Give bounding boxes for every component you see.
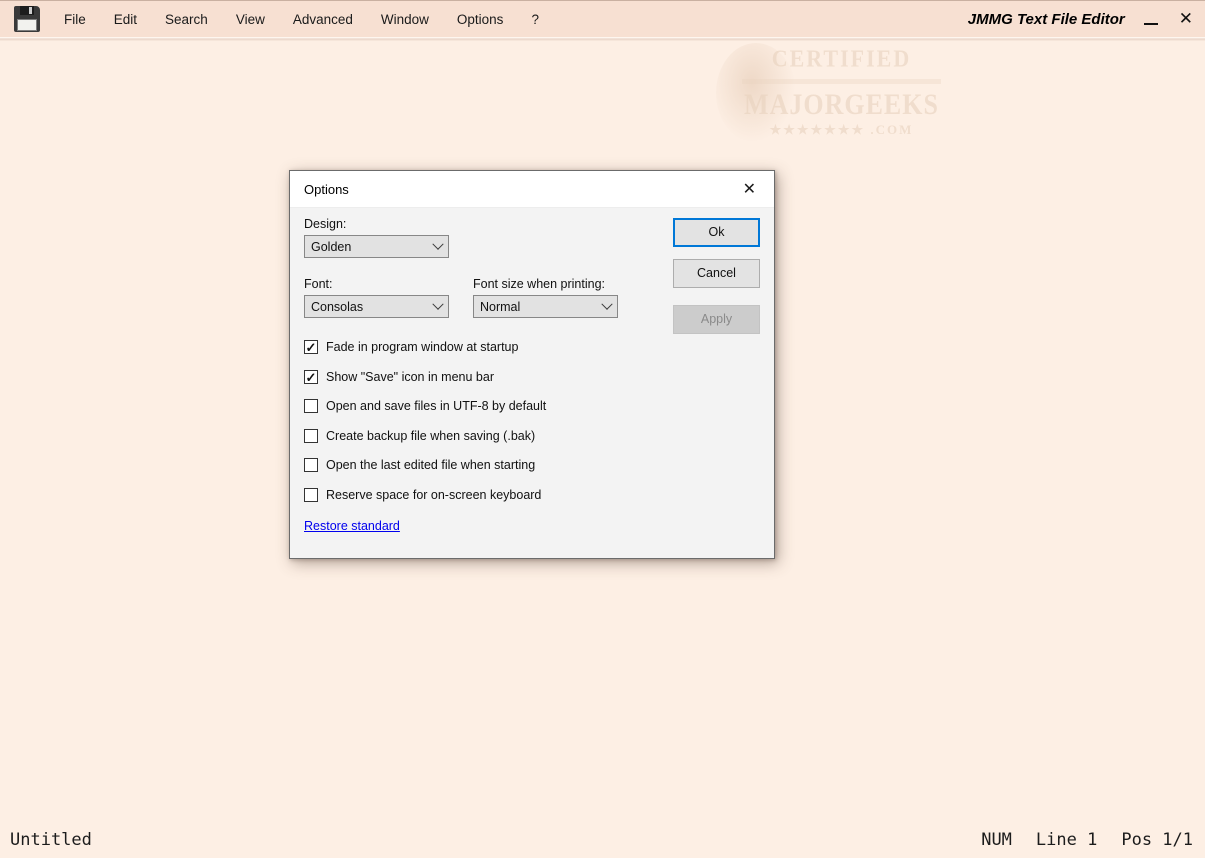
menu-item-help[interactable]: ?: [517, 4, 553, 35]
checkbox-label: Reserve space for on-screen keyboard: [326, 488, 541, 502]
checkbox-label: Show "Save" icon in menu bar: [326, 370, 494, 384]
font-select-value: Consolas: [311, 300, 434, 314]
checkbox-label: Open the last edited file when starting: [326, 458, 535, 472]
ok-button[interactable]: Ok: [673, 218, 760, 247]
design-select[interactable]: Golden: [304, 235, 449, 258]
font-size-select-value: Normal: [480, 300, 603, 314]
checkbox[interactable]: [304, 488, 318, 502]
font-label: Font:: [304, 277, 333, 291]
chevron-down-icon: [601, 298, 612, 309]
menu-item-options[interactable]: Options: [443, 4, 518, 35]
dialog-title-bar: Options ✕: [290, 171, 774, 208]
watermark-mascot: [716, 43, 796, 143]
design-select-value: Golden: [311, 240, 434, 254]
font-select[interactable]: Consolas: [304, 295, 449, 318]
font-size-label: Font size when printing:: [473, 277, 605, 291]
checkbox[interactable]: [304, 429, 318, 443]
checkbox-row-fade-in[interactable]: ✓ Fade in program window at startup: [304, 340, 518, 354]
checkbox-row-backup[interactable]: Create backup file when saving (.bak): [304, 429, 535, 443]
watermark-bar: [742, 79, 941, 84]
checkbox[interactable]: [304, 458, 318, 472]
options-dialog: Options ✕ Design: Golden Font: Consolas …: [289, 170, 775, 559]
menu-items: File Edit Search View Advanced Window Op…: [50, 4, 553, 35]
checkbox-row-onscreen-keyboard[interactable]: Reserve space for on-screen keyboard: [304, 488, 541, 502]
checkbox[interactable]: ✓: [304, 340, 318, 354]
menu-item-file[interactable]: File: [50, 4, 100, 35]
status-pos: Pos 1/1: [1121, 830, 1193, 850]
save-icon[interactable]: [14, 6, 40, 32]
watermark-majorgeeks-line: MAJORGEEKS: [714, 88, 969, 123]
chevron-down-icon: [432, 298, 443, 309]
app-window: File Edit Search View Advanced Window Op…: [0, 0, 1205, 858]
dialog-close-icon[interactable]: ✕: [739, 177, 760, 201]
watermark-certified-line: CERTIFIED: [714, 45, 969, 74]
design-label: Design:: [304, 217, 346, 231]
menubar-separator: [0, 37, 1205, 41]
menu-item-edit[interactable]: Edit: [100, 4, 151, 35]
close-icon[interactable]: ✕: [1177, 11, 1195, 27]
checkbox-label: Fade in program window at startup: [326, 340, 518, 354]
apply-button[interactable]: Apply: [673, 305, 760, 334]
floppy-disk-label: [17, 19, 37, 31]
chevron-down-icon: [432, 238, 443, 249]
status-line: Line 1: [1036, 830, 1097, 850]
checkbox[interactable]: [304, 399, 318, 413]
menu-bar: File Edit Search View Advanced Window Op…: [0, 1, 1205, 37]
menu-item-search[interactable]: Search: [151, 4, 222, 35]
checkbox-row-show-save-icon[interactable]: ✓ Show "Save" icon in menu bar: [304, 370, 494, 384]
app-title: JMMG Text File Editor: [968, 11, 1125, 28]
menu-item-advanced[interactable]: Advanced: [279, 4, 367, 35]
cancel-button[interactable]: Cancel: [673, 259, 760, 288]
watermark-stars-line: ★★★★★★★ .COM: [714, 122, 969, 138]
minimize-icon[interactable]: [1143, 11, 1159, 27]
checkbox[interactable]: ✓: [304, 370, 318, 384]
checkbox-row-utf8[interactable]: Open and save files in UTF-8 by default: [304, 399, 546, 413]
status-file-name: Untitled: [10, 830, 92, 850]
dialog-title: Options: [304, 182, 349, 197]
status-bar: Untitled NUM Line 1 Pos 1/1: [0, 828, 1205, 858]
restore-standard-link[interactable]: Restore standard: [304, 519, 400, 533]
status-num-indicator: NUM: [981, 830, 1012, 850]
menu-item-view[interactable]: View: [222, 4, 279, 35]
font-size-select[interactable]: Normal: [473, 295, 618, 318]
menu-item-window[interactable]: Window: [367, 4, 443, 35]
checkbox-label: Create backup file when saving (.bak): [326, 429, 535, 443]
checkbox-label: Open and save files in UTF-8 by default: [326, 399, 546, 413]
window-title-area: JMMG Text File Editor ✕: [968, 11, 1195, 28]
checkbox-row-open-last[interactable]: Open the last edited file when starting: [304, 458, 535, 472]
floppy-disk-slot: [29, 7, 32, 14]
